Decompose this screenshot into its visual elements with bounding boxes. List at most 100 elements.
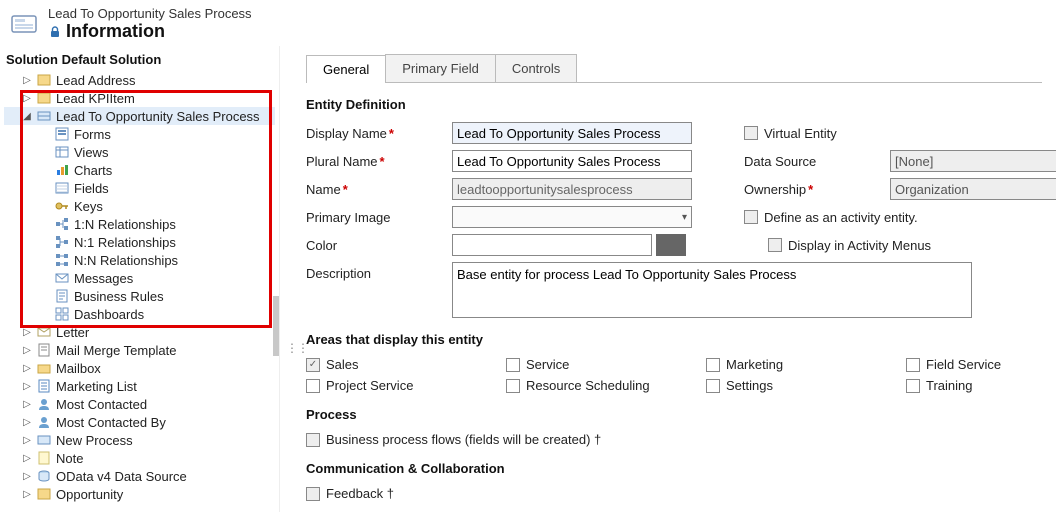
checkbox-area-marketing[interactable] (706, 358, 720, 372)
tab-general[interactable]: General (306, 55, 386, 83)
input-display-name[interactable] (452, 122, 692, 144)
label-area: Resource Scheduling (526, 378, 650, 393)
entity-icon (36, 468, 52, 484)
expander-icon[interactable]: ▷ (22, 345, 32, 356)
expander-icon[interactable]: ▷ (22, 75, 32, 86)
entity-icon (36, 396, 52, 412)
entity-icon (36, 72, 52, 88)
tree-item-mail-merge[interactable]: ▷ Mail Merge Template (4, 341, 275, 359)
tree-label: Most Contacted By (56, 415, 166, 430)
label-area: Sales (326, 357, 359, 372)
expander-icon[interactable]: ▷ (22, 435, 32, 446)
label-description: Description (306, 262, 446, 281)
color-swatch[interactable] (656, 234, 686, 256)
breadcrumb: Lead To Opportunity Sales Process (48, 6, 252, 21)
page-header: Lead To Opportunity Sales Process Inform… (0, 0, 1056, 46)
label-primary-image: Primary Image (306, 210, 446, 225)
select-ownership[interactable]: Organization▾ (890, 178, 1056, 200)
expander-icon[interactable]: ▷ (22, 327, 32, 338)
select-value: Organization (895, 182, 969, 197)
tree-label: Opportunity (56, 487, 123, 502)
tree-item-most-contacted[interactable]: ▷ Most Contacted (4, 395, 275, 413)
comm-heading: Communication & Collaboration (306, 461, 1042, 476)
input-plural-name[interactable] (452, 150, 692, 172)
tab-controls[interactable]: Controls (495, 54, 577, 82)
scrollbar-thumb[interactable] (273, 296, 279, 356)
expander-icon[interactable]: ▷ (22, 453, 32, 464)
tree-label: Mail Merge Template (56, 343, 176, 358)
checkbox-area-resource-scheduling[interactable] (506, 379, 520, 393)
select-value: [None] (895, 154, 933, 169)
main-panel: ⋮⋮ General Primary Field Controls Entity… (280, 46, 1056, 512)
areas-heading: Areas that display this entity (306, 332, 1042, 347)
checkbox-area-service[interactable] (506, 358, 520, 372)
tree-item-odata[interactable]: ▷ OData v4 Data Source (4, 467, 275, 485)
expander-icon[interactable]: ▷ (22, 363, 32, 374)
areas-grid: Sales Service Marketing Field Service Pr… (306, 357, 1042, 393)
tree-item-new-process[interactable]: ▷ New Process (4, 431, 275, 449)
chevron-down-icon: ▾ (682, 212, 687, 223)
expander-icon[interactable]: ▷ (22, 399, 32, 410)
expander-icon[interactable]: ▷ (22, 417, 32, 428)
splitter-handle[interactable]: ⋮⋮ (286, 341, 308, 355)
tree-item-opportunity[interactable]: ▷ Opportunity (4, 485, 275, 503)
row-feedback: Feedback † (306, 486, 1042, 501)
input-color[interactable] (452, 234, 652, 256)
entity-icon (36, 378, 52, 394)
label-area: Service (526, 357, 569, 372)
checkbox-area-project-service[interactable] (306, 379, 320, 393)
entity-definition-heading: Entity Definition (306, 97, 1042, 112)
input-name (452, 178, 692, 200)
label-area: Field Service (926, 357, 1001, 372)
checkbox-display-activity-menus (768, 238, 782, 252)
label-area: Marketing (726, 357, 783, 372)
label-display-name: Display Name (306, 126, 446, 141)
checkbox-area-sales (306, 358, 320, 372)
tree-label: Marketing List (56, 379, 137, 394)
select-data-source[interactable]: [None]▾ (890, 150, 1056, 172)
highlight-box (20, 90, 272, 328)
tree-label: OData v4 Data Source (56, 469, 187, 484)
expander-icon[interactable]: ▷ (22, 471, 32, 482)
tab-primary-field[interactable]: Primary Field (385, 54, 496, 82)
label-ownership: Ownership (744, 182, 884, 197)
label-bpf: Business process flows (fields will be c… (326, 432, 601, 447)
entity-icon (36, 342, 52, 358)
tree-item-marketing-list[interactable]: ▷ Marketing List (4, 377, 275, 395)
entity-icon (36, 450, 52, 466)
page-title: Information (66, 21, 165, 42)
expander-icon[interactable]: ▷ (22, 381, 32, 392)
tree-label: Mailbox (56, 361, 101, 376)
tree-label: Most Contacted (56, 397, 147, 412)
checkbox-area-field-service[interactable] (906, 358, 920, 372)
row-bpf: Business process flows (fields will be c… (306, 432, 1042, 447)
label-area: Settings (726, 378, 773, 393)
sidebar: Solution Default Solution ▷ Lead Address… (0, 46, 280, 512)
select-primary-image[interactable]: ▾ (452, 206, 692, 228)
label-plural-name: Plural Name (306, 154, 446, 169)
tree-item-note[interactable]: ▷ Note (4, 449, 275, 467)
label-virtual-entity: Virtual Entity (764, 126, 837, 141)
tree-item-mailbox[interactable]: ▷ Mailbox (4, 359, 275, 377)
entity-header-icon (10, 10, 38, 38)
label-color: Color (306, 238, 446, 253)
tree-label: Note (56, 451, 83, 466)
label-display-activity-menus: Display in Activity Menus (788, 238, 931, 253)
label-area: Training (926, 378, 972, 393)
tree-item-lead-address[interactable]: ▷ Lead Address (4, 71, 275, 89)
label-feedback: Feedback † (326, 486, 394, 501)
checkbox-feedback (306, 487, 320, 501)
expander-icon[interactable]: ▷ (22, 489, 32, 500)
tree-item-most-contacted-by[interactable]: ▷ Most Contacted By (4, 413, 275, 431)
tree-label: New Process (56, 433, 133, 448)
entity-icon (36, 414, 52, 430)
checkbox-define-activity (744, 210, 758, 224)
checkbox-bpf (306, 433, 320, 447)
label-area: Project Service (326, 378, 413, 393)
checkbox-area-training[interactable] (906, 379, 920, 393)
checkbox-area-settings[interactable] (706, 379, 720, 393)
process-heading: Process (306, 407, 1042, 422)
input-description[interactable] (452, 262, 972, 318)
entity-icon (36, 360, 52, 376)
entity-tabs: General Primary Field Controls (306, 54, 1042, 83)
